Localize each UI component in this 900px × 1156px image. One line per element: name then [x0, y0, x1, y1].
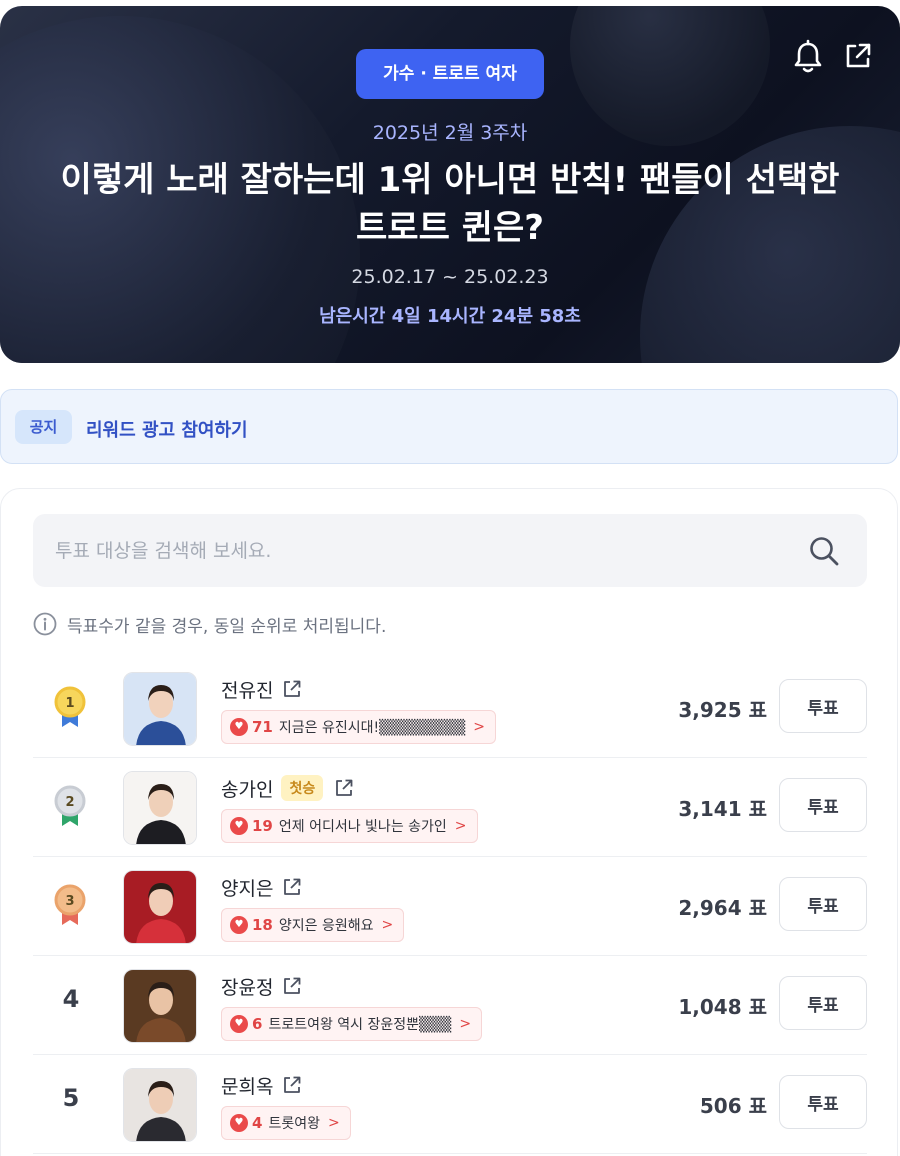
- search-box: [33, 514, 867, 587]
- chevron-right-icon: >: [473, 719, 485, 735]
- artist-name-line: 송가인 첫승: [221, 773, 355, 803]
- search-input[interactable]: [55, 514, 795, 587]
- external-link-icon[interactable]: [281, 975, 303, 997]
- hero-banner: 가수 · 트로트 여자 2025년 2월 3주차 이렇게 노래 잘하는데 1위 …: [0, 6, 900, 363]
- vote-count: 3,925 표: [678, 698, 767, 722]
- vote-button[interactable]: 투표: [779, 1075, 867, 1129]
- notice-banner[interactable]: 공지 리워드 광고 참여하기: [0, 389, 898, 464]
- cheer-message[interactable]: ♥ 19 언제 어디서나 빛나는 송가인 >: [221, 809, 478, 843]
- external-link-icon[interactable]: [281, 1074, 303, 1096]
- artist-photo[interactable]: [123, 870, 197, 944]
- artist-name[interactable]: 송가인: [221, 775, 273, 802]
- artist-name[interactable]: 문희옥: [221, 1072, 273, 1099]
- external-link-icon[interactable]: [333, 777, 355, 799]
- ranking-row: 3 양지은 ♥ 18 양지은 응원해요 > 2,964 표 투표: [33, 858, 867, 956]
- cheer-text: 양지은 응원해요: [278, 918, 374, 934]
- bell-icon[interactable]: [791, 39, 825, 75]
- ranking-row: 1 전유진 ♥ 71 지금은 유진시대!▒▒▒▒▒▒▒▒ > 3,925 표 투…: [33, 660, 867, 758]
- heart-icon: ♥: [230, 1015, 248, 1033]
- heart-icon: ♥: [230, 1114, 248, 1132]
- ranking-row: 5 문희옥 ♥ 4 트롯여왕 > 506 표 투표: [33, 1056, 867, 1154]
- vote-period: 25.02.17 ~ 25.02.23: [351, 266, 549, 288]
- cheer-message[interactable]: ♥ 4 트롯여왕 >: [221, 1106, 351, 1140]
- vote-count: 2,964 표: [678, 896, 767, 920]
- cheer-text: 지금은 유진시대!▒▒▒▒▒▒▒▒: [278, 720, 466, 736]
- artist-photo[interactable]: [123, 771, 197, 845]
- artist-photo[interactable]: [123, 1068, 197, 1142]
- category-badge: 가수 · 트로트 여자: [356, 49, 544, 99]
- cheer-message[interactable]: ♥ 71 지금은 유진시대!▒▒▒▒▒▒▒▒ >: [221, 710, 496, 744]
- artist-name-line: 장윤정: [221, 971, 303, 1001]
- artist-name[interactable]: 양지은: [221, 874, 273, 901]
- info-icon: [33, 612, 57, 636]
- chevron-right-icon: >: [454, 818, 467, 834]
- artist-photo[interactable]: [123, 672, 197, 746]
- vote-count: 3,141 표: [678, 797, 767, 821]
- vote-button[interactable]: 투표: [779, 778, 867, 832]
- artist-name-line: 전유진: [221, 674, 303, 704]
- heart-icon: ♥: [230, 718, 248, 736]
- artist-name-line: 문희옥: [221, 1070, 303, 1100]
- external-link-icon[interactable]: [281, 678, 303, 700]
- cheer-count: 71: [252, 718, 273, 736]
- ranking-row: 4 장윤정 ♥ 6 트로트여왕 역시 장윤정뿐▒▒▒ > 1,048 표 투표: [33, 957, 867, 1055]
- artist-name-line: 양지은: [221, 872, 303, 902]
- vote-button[interactable]: 투표: [779, 679, 867, 733]
- notice-link[interactable]: 리워드 광고 참여하기: [86, 416, 248, 442]
- chevron-right-icon: >: [327, 1115, 340, 1131]
- rank-medal-icon: 1: [53, 685, 87, 731]
- cheer-text: 언제 어디서나 빛나는 송가인: [278, 819, 447, 835]
- vote-count: 506 표: [699, 1094, 767, 1118]
- cheer-text: 트로트여왕 역시 장윤정뿐▒▒▒: [268, 1017, 452, 1033]
- search-icon[interactable]: [808, 535, 840, 567]
- notice-tag: 공지: [15, 410, 72, 444]
- rank-medal-icon: 2: [53, 784, 87, 830]
- info-notice: 득표수가 같을 경우, 동일 순위로 처리됩니다.: [33, 611, 386, 637]
- heart-icon: ♥: [230, 817, 248, 835]
- artist-photo[interactable]: [123, 969, 197, 1043]
- vote-button[interactable]: 투표: [779, 877, 867, 931]
- remaining-time: 남은시간 4일 14시간 24분 58초: [319, 306, 581, 327]
- cheer-message[interactable]: ♥ 18 양지은 응원해요 >: [221, 908, 405, 942]
- vote-count: 1,048 표: [678, 995, 767, 1019]
- first-win-badge: 첫승: [281, 775, 324, 801]
- chevron-right-icon: >: [459, 1016, 472, 1032]
- rank-number: 2: [65, 795, 74, 810]
- external-link-icon[interactable]: [281, 876, 303, 898]
- rank-medal-icon: 3: [53, 883, 87, 929]
- cheer-count: 4: [252, 1114, 263, 1132]
- rank-number: 5: [62, 1084, 80, 1112]
- rank-number: 1: [65, 696, 74, 711]
- ranking-row: 2 송가인 첫승 ♥ 19 언제 어디서나 빛나는 송가인 > 3,141 표 …: [33, 759, 867, 857]
- page-title: 이렇게 노래 잘하는데 1위 아니면 반칙! 팬들이 선택한 트로트 퀸은?: [60, 160, 840, 248]
- info-text: 득표수가 같을 경우, 동일 순위로 처리됩니다.: [67, 616, 387, 637]
- cheer-count: 18: [252, 916, 273, 934]
- chevron-right-icon: >: [381, 917, 394, 933]
- week-label: 2025년 2월 3주차: [372, 122, 528, 144]
- cheer-count: 19: [252, 817, 273, 835]
- cheer-message[interactable]: ♥ 6 트로트여왕 역시 장윤정뿐▒▒▒ >: [221, 1007, 483, 1041]
- artist-name[interactable]: 전유진: [221, 676, 273, 703]
- cheer-count: 6: [252, 1015, 263, 1033]
- share-icon[interactable]: [843, 41, 873, 71]
- rank-number: 4: [62, 985, 80, 1013]
- vote-button[interactable]: 투표: [779, 976, 867, 1030]
- rank-number: 3: [65, 894, 74, 909]
- heart-icon: ♥: [230, 916, 248, 934]
- artist-name[interactable]: 장윤정: [221, 973, 273, 1000]
- cheer-text: 트롯여왕: [268, 1116, 320, 1132]
